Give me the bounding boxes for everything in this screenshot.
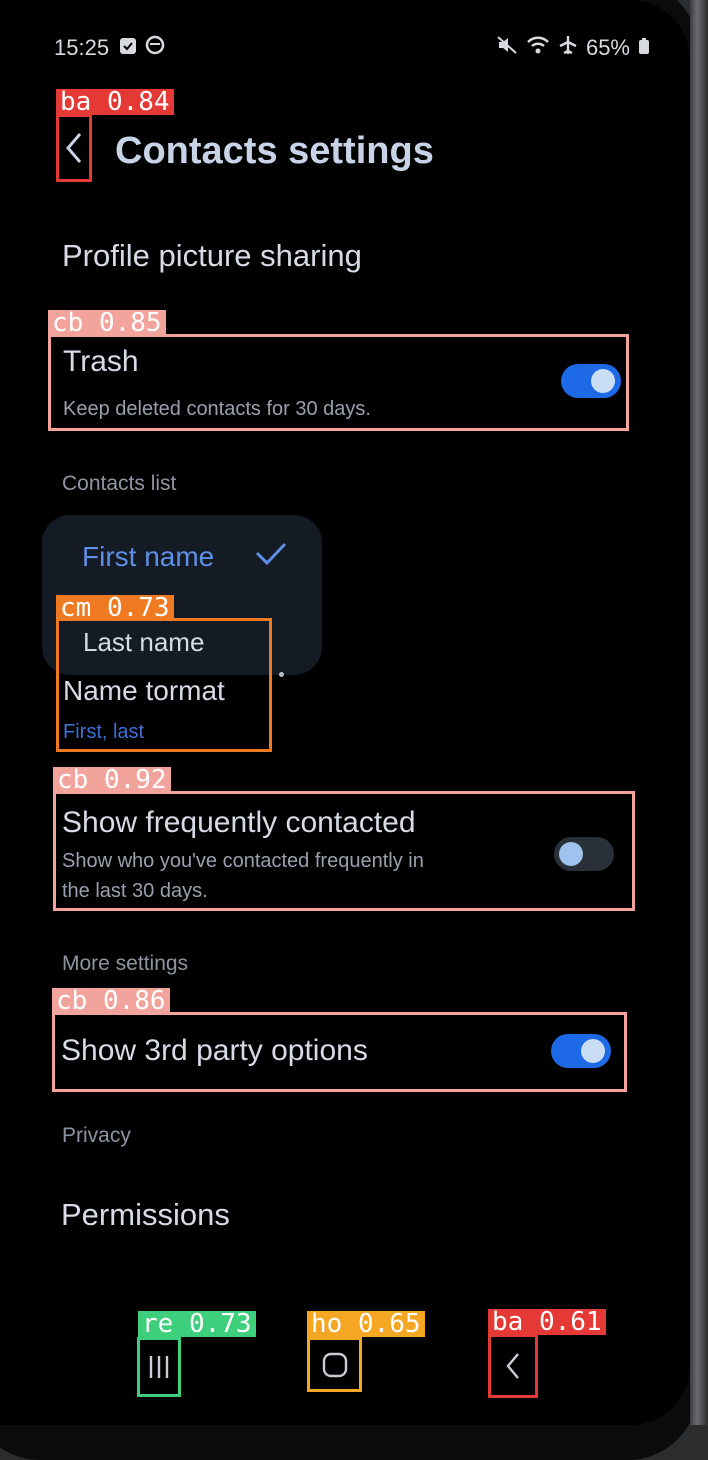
third-party-detection-tag: cb 0.86 xyxy=(52,988,170,1014)
recents-detection-tag: re 0.73 xyxy=(138,1311,256,1337)
trash-setting-row[interactable]: Trash Keep deleted contacts for 30 days. xyxy=(48,334,629,431)
phone-edge xyxy=(690,0,708,1425)
frequent-detection-tag: cb 0.92 xyxy=(53,767,171,793)
battery-percent: 65% xyxy=(585,35,630,60)
page-title: Contacts settings xyxy=(115,130,434,172)
trash-subtitle: Keep deleted contacts for 30 days. xyxy=(63,398,371,420)
battery-icon xyxy=(638,35,650,61)
recents-button[interactable] xyxy=(137,1337,181,1397)
home-button[interactable] xyxy=(307,1337,362,1392)
mute-icon xyxy=(496,35,518,61)
navigation-bar: re 0.73 ho 0.65 ba 0.61 xyxy=(0,1300,690,1425)
toggle-knob xyxy=(559,842,583,866)
status-bar: 15:25 65% xyxy=(54,32,650,64)
chevron-left-icon xyxy=(66,133,82,163)
permissions-item[interactable]: Permissions xyxy=(61,1197,230,1233)
option-first-name[interactable]: First name xyxy=(82,541,214,573)
toggle-knob xyxy=(591,369,615,393)
frequent-setting-row[interactable]: Show frequently contacted Show who you'v… xyxy=(53,791,635,911)
profile-picture-sharing-item[interactable]: Profile picture sharing xyxy=(62,238,362,274)
name-format-row[interactable]: Last name Name tormat First, last xyxy=(56,618,272,752)
frequent-toggle[interactable] xyxy=(554,837,614,871)
back-button[interactable] xyxy=(56,114,92,182)
status-right: 65% xyxy=(496,35,650,61)
option-last-name[interactable]: Last name xyxy=(83,627,204,658)
trash-detection-tag: cb 0.85 xyxy=(48,310,166,336)
frequent-subtitle-line2: the last 30 days. xyxy=(62,880,208,902)
wifi-icon xyxy=(526,35,550,61)
name-format-title: Name tormat xyxy=(63,675,225,706)
third-party-toggle[interactable] xyxy=(551,1034,611,1068)
trash-toggle[interactable] xyxy=(561,364,621,398)
third-party-setting-row[interactable]: Show 3rd party options xyxy=(52,1012,627,1092)
phone-screen: 15:25 65% ba 0.84 Contacts settings Prof… xyxy=(0,0,690,1425)
home-detection-tag: ho 0.65 xyxy=(307,1311,425,1337)
frequent-subtitle-line1: Show who you've contacted frequently in xyxy=(62,850,424,872)
contacts-list-section-header: Contacts list xyxy=(62,472,177,495)
status-time: 15:25 xyxy=(54,35,110,60)
home-icon xyxy=(322,1352,347,1377)
check-icon xyxy=(254,541,288,575)
airplane-icon xyxy=(558,35,578,61)
nav-back-detection-tag: ba 0.61 xyxy=(488,1309,606,1335)
chevron-left-icon xyxy=(506,1353,519,1379)
nav-back-button[interactable] xyxy=(488,1334,538,1398)
notification-check-icon xyxy=(119,35,137,61)
third-party-title: Show 3rd party options xyxy=(61,1034,368,1067)
trash-title: Trash xyxy=(63,345,139,378)
back-detection-tag: ba 0.84 xyxy=(56,89,174,115)
notification-dot-icon xyxy=(145,35,165,61)
dot xyxy=(279,672,284,677)
frequent-title: Show frequently contacted xyxy=(62,806,416,839)
privacy-section-header: Privacy xyxy=(62,1124,131,1147)
toggle-knob xyxy=(581,1039,605,1063)
name-format-value: First, last xyxy=(63,721,145,743)
recents-icon xyxy=(149,1356,169,1378)
more-settings-section-header: More settings xyxy=(62,952,189,975)
